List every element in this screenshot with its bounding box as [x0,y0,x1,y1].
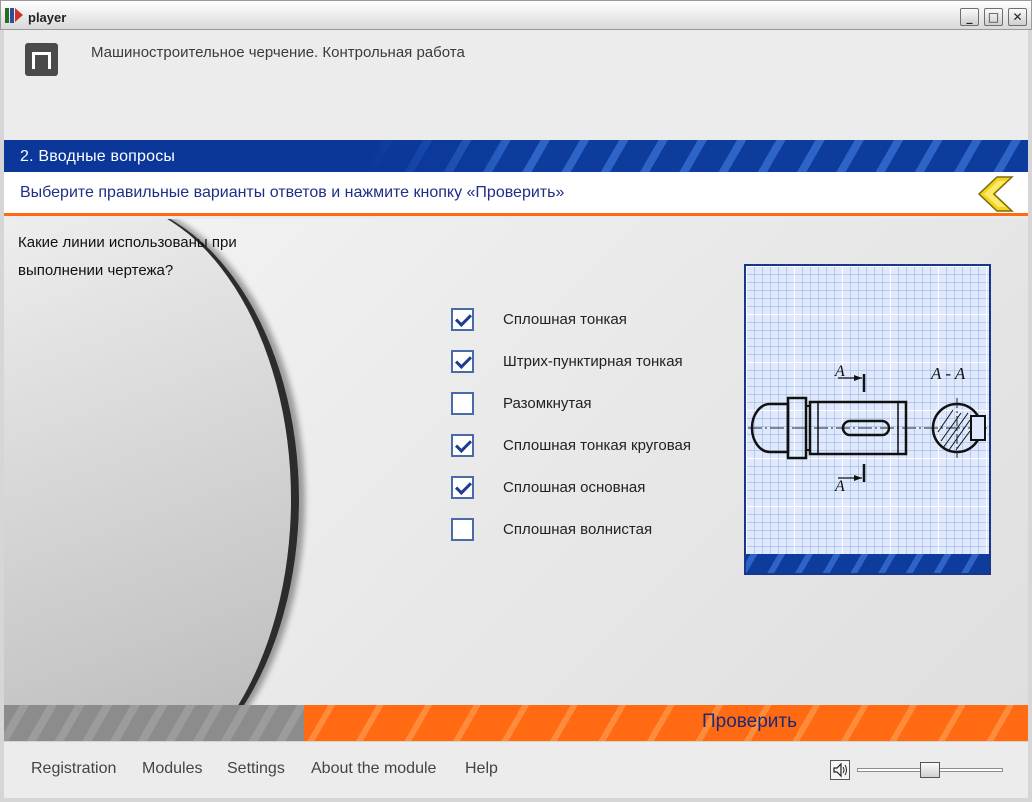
answer-checkbox[interactable] [451,518,474,541]
answer-label: Штрих-пунктирная тонкая [503,353,683,370]
check-bar: Проверить [4,705,1028,741]
shaft-drawing [748,374,989,482]
nav-settings[interactable]: Settings [227,760,285,778]
answer-option[interactable]: Сплошная тонкая [451,308,751,334]
nav-help[interactable]: Help [465,760,498,778]
answer-checkbox[interactable] [451,434,474,457]
answer-option[interactable]: Сплошная волнистая [451,518,751,544]
main-content: Какие линии использованы при выполнении … [4,219,1028,705]
left-panel [4,219,299,705]
instruction-text: Выберите правильные варианты ответов и н… [20,184,565,201]
question-text: Какие линии использованы при выполнении … [18,234,237,279]
answer-checkbox[interactable] [451,308,474,331]
section-bar: 2. Вводные вопросы [4,140,1028,172]
cut-label-top: A [835,363,845,380]
pi-logo-icon [25,43,58,76]
close-button[interactable]: ✕ [1008,8,1027,26]
answer-option[interactable]: Сплошная основная [451,476,751,502]
check-button[interactable]: Проверить [702,711,797,733]
nav-modules[interactable]: Modules [142,760,202,778]
answer-checkbox[interactable] [451,350,474,373]
speaker-icon[interactable] [830,760,850,780]
answer-checkbox[interactable] [451,476,474,499]
footer: Registration Modules Settings About the … [4,741,1028,798]
title-bar: player _ □ ✕ [0,0,1032,30]
minimize-button[interactable]: _ [960,8,979,26]
volume-slider-thumb[interactable] [920,762,940,778]
answer-label: Сплошная волнистая [503,521,653,538]
nav-about-module[interactable]: About the module [311,760,436,778]
answer-option[interactable]: Разомкнутая [451,392,751,418]
course-title: Машиностроительное черчение. Контрольная… [91,44,465,61]
app-logo-icon [5,8,23,23]
answer-option[interactable]: Штрих-пунктирная тонкая [451,350,751,376]
answer-label: Разомкнутая [503,395,592,412]
maximize-button[interactable]: □ [984,8,1003,26]
volume-slider[interactable] [857,762,1003,778]
technical-drawing: A - A A A [744,264,991,575]
cut-label-bottom: A [835,478,845,495]
instruction-bar: Выберите правильные варианты ответов и н… [4,172,1028,216]
answer-label: Сплошная тонкая [503,311,627,328]
section-title: 2. Вводные вопросы [20,148,176,165]
answer-label: Сплошная тонкая круговая [503,437,692,454]
answer-checkbox[interactable] [451,392,474,415]
header: Машиностроительное черчение. Контрольная… [4,30,1028,140]
answer-option[interactable]: Сплошная тонкая круговая [451,434,751,460]
answer-label: Сплошная основная [503,479,646,496]
window-title: player [28,10,67,25]
drawing-footer-stripe [746,554,989,573]
back-arrow-icon[interactable] [976,175,1014,213]
section-label: A - A [931,364,966,383]
nav-registration[interactable]: Registration [31,760,116,778]
